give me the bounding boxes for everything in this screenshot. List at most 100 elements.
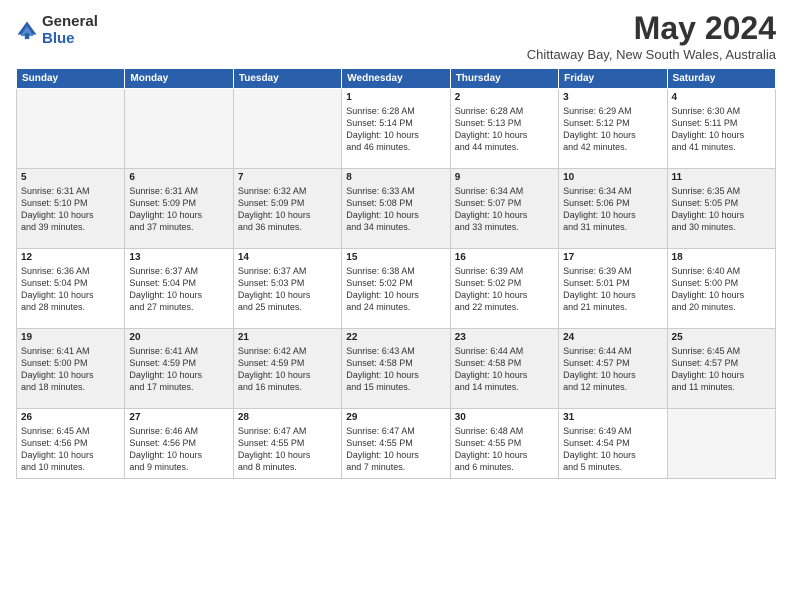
day-number: 1 bbox=[346, 92, 445, 103]
table-row: 3Sunrise: 6:29 AMSunset: 5:12 PMDaylight… bbox=[559, 89, 667, 169]
table-row: 20 Sunrise: 6:41 AMSunset: 4:59 PMDayligh… bbox=[125, 329, 233, 409]
day-number: 20 bbox=[129, 332, 228, 343]
day-info: Sunrise: 6:47 AMSunset: 4:55 PMDaylight:… bbox=[346, 425, 445, 474]
calendar-header-row: Sunday Monday Tuesday Wednesday Thursday… bbox=[17, 69, 776, 89]
table-row: 8Sunrise: 6:33 AMSunset: 5:08 PMDaylight… bbox=[342, 169, 450, 249]
col-tuesday: Tuesday bbox=[233, 69, 341, 89]
day-info: Sunrise: 6:30 AMSunset: 5:11 PMDaylight:… bbox=[672, 105, 771, 154]
day-number: 12 bbox=[21, 252, 120, 263]
day-number: 24 bbox=[563, 332, 662, 343]
header: General Blue May 2024 Chittaway Bay, New… bbox=[16, 10, 776, 62]
day-number: 7 bbox=[238, 172, 337, 183]
day-info: Sunrise: 6:28 AMSunset: 5:14 PMDaylight:… bbox=[346, 105, 445, 154]
day-number: 2 bbox=[455, 92, 554, 103]
day-number: 4 bbox=[672, 92, 771, 103]
table-row: 29 Sunrise: 6:47 AMSunset: 4:55 PMDayligh… bbox=[342, 409, 450, 479]
day-info: Sunrise: 6:44 AMSunset: 4:57 PMDaylight:… bbox=[563, 345, 662, 394]
col-friday: Friday bbox=[559, 69, 667, 89]
logo-text: General Blue bbox=[42, 14, 98, 47]
table-row: 9 Sunrise: 6:34 AMSunset: 5:07 PMDaylight… bbox=[450, 169, 558, 249]
day-info: Sunrise: 6:43 AMSunset: 4:58 PMDaylight:… bbox=[346, 345, 445, 394]
day-info: Sunrise: 6:47 AMSunset: 4:55 PMDaylight:… bbox=[238, 425, 337, 474]
page: General Blue May 2024 Chittaway Bay, New… bbox=[0, 0, 792, 612]
day-number: 14 bbox=[238, 252, 337, 263]
day-number: 29 bbox=[346, 412, 445, 423]
day-number: 15 bbox=[346, 252, 445, 263]
table-row: 27Sunrise: 6:46 AMSunset: 4:56 PMDayligh… bbox=[125, 409, 233, 479]
day-info: Sunrise: 6:45 AMSunset: 4:57 PMDaylight:… bbox=[672, 345, 771, 394]
day-info: Sunrise: 6:31 AMSunset: 5:09 PMDaylight:… bbox=[129, 185, 228, 234]
col-monday: Monday bbox=[125, 69, 233, 89]
day-info: Sunrise: 6:48 AMSunset: 4:55 PMDaylight:… bbox=[455, 425, 554, 474]
table-row: 28Sunrise: 6:47 AMSunset: 4:55 PMDayligh… bbox=[233, 409, 341, 479]
day-number: 19 bbox=[21, 332, 120, 343]
day-info: Sunrise: 6:45 AMSunset: 4:56 PMDaylight:… bbox=[21, 425, 120, 474]
day-info: Sunrise: 6:35 AMSunset: 5:05 PMDaylight:… bbox=[672, 185, 771, 234]
day-number: 6 bbox=[129, 172, 228, 183]
table-row: 10 Sunrise: 6:34 AMSunset: 5:06 PMDayligh… bbox=[559, 169, 667, 249]
main-title: May 2024 bbox=[527, 10, 776, 47]
table-row: 12Sunrise: 6:36 AMSunset: 5:04 PMDayligh… bbox=[17, 249, 125, 329]
table-row: 1 Sunrise: 6:28 AMSunset: 5:14 PMDaylight… bbox=[342, 89, 450, 169]
calendar-week-row: 12Sunrise: 6:36 AMSunset: 5:04 PMDayligh… bbox=[17, 249, 776, 329]
day-info: Sunrise: 6:34 AMSunset: 5:07 PMDaylight:… bbox=[455, 185, 554, 234]
table-row: 17Sunrise: 6:39 AMSunset: 5:01 PMDayligh… bbox=[559, 249, 667, 329]
day-number: 22 bbox=[346, 332, 445, 343]
calendar-week-row: 5 Sunrise: 6:31 AMSunset: 5:10 PMDaylight… bbox=[17, 169, 776, 249]
day-number: 21 bbox=[238, 332, 337, 343]
day-number: 18 bbox=[672, 252, 771, 263]
day-info: Sunrise: 6:34 AMSunset: 5:06 PMDaylight:… bbox=[563, 185, 662, 234]
col-thursday: Thursday bbox=[450, 69, 558, 89]
table-row: 2Sunrise: 6:28 AMSunset: 5:13 PMDaylight… bbox=[450, 89, 558, 169]
col-sunday: Sunday bbox=[17, 69, 125, 89]
table-row: 18 Sunrise: 6:40 AMSunset: 5:00 PMDayligh… bbox=[667, 249, 775, 329]
day-number: 10 bbox=[563, 172, 662, 183]
table-row bbox=[17, 89, 125, 169]
table-row bbox=[233, 89, 341, 169]
table-row: 25Sunrise: 6:45 AMSunset: 4:57 PMDayligh… bbox=[667, 329, 775, 409]
day-info: Sunrise: 6:37 AMSunset: 5:03 PMDaylight:… bbox=[238, 265, 337, 314]
logo-icon bbox=[16, 20, 38, 42]
day-number: 11 bbox=[672, 172, 771, 183]
table-row: 15 Sunrise: 6:38 AMSunset: 5:02 PMDayligh… bbox=[342, 249, 450, 329]
table-row: 21 Sunrise: 6:42 AMSunset: 4:59 PMDayligh… bbox=[233, 329, 341, 409]
day-info: Sunrise: 6:49 AMSunset: 4:54 PMDaylight:… bbox=[563, 425, 662, 474]
table-row bbox=[125, 89, 233, 169]
day-info: Sunrise: 6:37 AMSunset: 5:04 PMDaylight:… bbox=[129, 265, 228, 314]
day-info: Sunrise: 6:44 AMSunset: 4:58 PMDaylight:… bbox=[455, 345, 554, 394]
col-wednesday: Wednesday bbox=[342, 69, 450, 89]
table-row: 22 Sunrise: 6:43 AMSunset: 4:58 PMDayligh… bbox=[342, 329, 450, 409]
day-info: Sunrise: 6:31 AMSunset: 5:10 PMDaylight:… bbox=[21, 185, 120, 234]
table-row: 24 Sunrise: 6:44 AMSunset: 4:57 PMDayligh… bbox=[559, 329, 667, 409]
calendar-week-row: 19Sunrise: 6:41 AMSunset: 5:00 PMDayligh… bbox=[17, 329, 776, 409]
day-info: Sunrise: 6:38 AMSunset: 5:02 PMDaylight:… bbox=[346, 265, 445, 314]
table-row: 14 Sunrise: 6:37 AMSunset: 5:03 PMDayligh… bbox=[233, 249, 341, 329]
table-row: 6 Sunrise: 6:31 AMSunset: 5:09 PMDaylight… bbox=[125, 169, 233, 249]
table-row: 11 Sunrise: 6:35 AMSunset: 5:05 PMDayligh… bbox=[667, 169, 775, 249]
table-row: 23Sunrise: 6:44 AMSunset: 4:58 PMDayligh… bbox=[450, 329, 558, 409]
day-number: 26 bbox=[21, 412, 120, 423]
logo-general: General bbox=[42, 14, 98, 31]
calendar-week-row: 26 Sunrise: 6:45 AMSunset: 4:56 PMDayligh… bbox=[17, 409, 776, 479]
table-row: 13 Sunrise: 6:37 AMSunset: 5:04 PMDayligh… bbox=[125, 249, 233, 329]
day-info: Sunrise: 6:40 AMSunset: 5:00 PMDaylight:… bbox=[672, 265, 771, 314]
calendar-table: Sunday Monday Tuesday Wednesday Thursday… bbox=[16, 68, 776, 479]
day-number: 3 bbox=[563, 92, 662, 103]
table-row: 4 Sunrise: 6:30 AMSunset: 5:11 PMDaylight… bbox=[667, 89, 775, 169]
table-row: 26 Sunrise: 6:45 AMSunset: 4:56 PMDayligh… bbox=[17, 409, 125, 479]
day-info: Sunrise: 6:42 AMSunset: 4:59 PMDaylight:… bbox=[238, 345, 337, 394]
table-row: 31 Sunrise: 6:49 AMSunset: 4:54 PMDayligh… bbox=[559, 409, 667, 479]
day-number: 30 bbox=[455, 412, 554, 423]
day-info: Sunrise: 6:32 AMSunset: 5:09 PMDaylight:… bbox=[238, 185, 337, 234]
day-number: 13 bbox=[129, 252, 228, 263]
table-row: 7 Sunrise: 6:32 AMSunset: 5:09 PMDaylight… bbox=[233, 169, 341, 249]
day-number: 27 bbox=[129, 412, 228, 423]
subtitle: Chittaway Bay, New South Wales, Australi… bbox=[527, 47, 776, 62]
day-number: 31 bbox=[563, 412, 662, 423]
day-info: Sunrise: 6:41 AMSunset: 4:59 PMDaylight:… bbox=[129, 345, 228, 394]
logo: General Blue bbox=[16, 14, 98, 47]
title-block: May 2024 Chittaway Bay, New South Wales,… bbox=[527, 10, 776, 62]
table-row: 30 Sunrise: 6:48 AMSunset: 4:55 PMDayligh… bbox=[450, 409, 558, 479]
day-number: 5 bbox=[21, 172, 120, 183]
day-number: 9 bbox=[455, 172, 554, 183]
